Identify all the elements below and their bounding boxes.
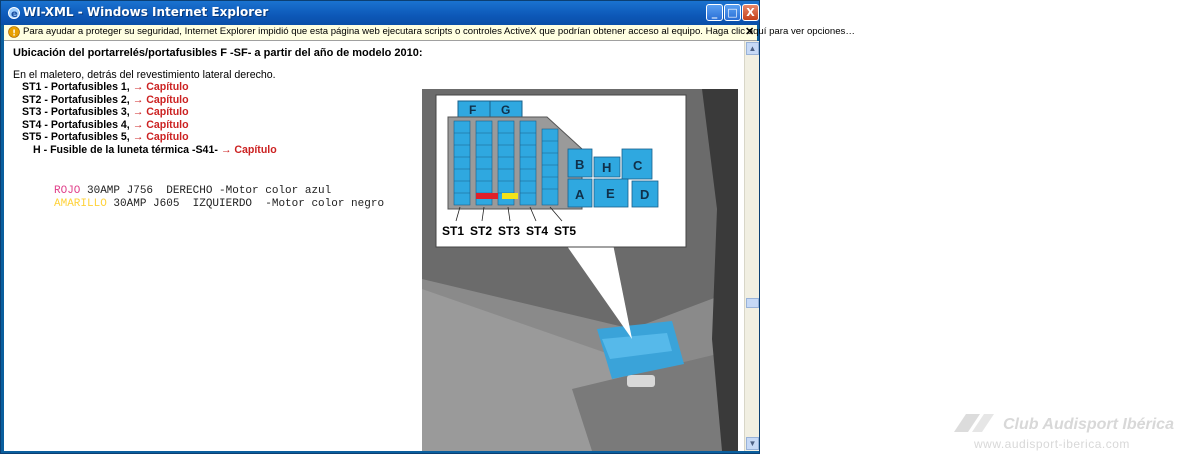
yellow-fuse-marker <box>502 193 518 199</box>
note-color-word: AMARILLO <box>54 198 107 210</box>
scroll-thumb[interactable] <box>746 298 759 308</box>
note-amarillo: AMARILLO 30AMP J605 IZQUIERDO -Motor col… <box>54 198 384 210</box>
st2-label: ST2 <box>470 224 492 238</box>
note-rojo: ROJO 30AMP J756 DERECHO -Motor color azu… <box>54 185 331 197</box>
note-color-word: ROJO <box>54 185 81 197</box>
list-item-st2: ST2 - Portafusibles 2, → Capítulo <box>22 94 189 106</box>
relay-b: B <box>575 157 584 172</box>
note-text: 30AMP J605 IZQUIERDO -Motor color negro <box>106 198 385 210</box>
relay-a: A <box>575 187 585 202</box>
relay-h: H <box>602 160 611 175</box>
chapter-link[interactable]: → Capítulo <box>221 144 277 156</box>
list-item-st1: ST1 - Portafusibles 1, → Capítulo <box>22 81 189 93</box>
infobar-close-icon[interactable]: ✕ <box>745 25 754 38</box>
item-text: - Portafusibles 1, <box>41 81 133 93</box>
list-item-st3: ST3 - Portafusibles 3, → Capítulo <box>22 106 189 118</box>
svg-text:e: e <box>11 9 18 20</box>
minimize-button[interactable]: _ <box>706 4 723 21</box>
security-infobar[interactable]: ! Para ayudar a proteger su seguridad, I… <box>4 25 855 41</box>
item-text: - Fusible de la luneta térmica -S41- <box>40 144 221 156</box>
page-heading: Ubicación del portarrelés/portafusibles … <box>13 47 423 59</box>
title-bar[interactable]: e WI-XML - Windows Internet Explorer _ □… <box>1 1 759 25</box>
item-code: ST5 <box>22 131 42 143</box>
item-text: - Portafusibles 3, <box>41 106 133 118</box>
scroll-down-icon[interactable]: ▼ <box>746 437 759 450</box>
red-fuse-marker <box>476 193 498 199</box>
trunk-diagram: F G B H C A E D ST1 ST2 ST3 ST4 ST5 <box>422 89 738 451</box>
page-content: Ubicación del portarrelés/portafusibles … <box>4 41 744 451</box>
item-code: H <box>33 144 41 156</box>
watermark-url: www.audisport-iberica.com <box>974 437 1130 451</box>
relay-d: D <box>640 187 649 202</box>
window-title: WI-XML - Windows Internet Explorer <box>23 5 269 19</box>
svg-text:!: ! <box>12 29 16 38</box>
chapter-link[interactable]: → Capítulo <box>133 119 189 131</box>
vertical-scrollbar[interactable]: ▲ ▼ <box>744 41 759 451</box>
label-f: F <box>469 103 476 117</box>
scroll-up-icon[interactable]: ▲ <box>746 42 759 55</box>
list-item-h: H - Fusible de la luneta térmica -S41- →… <box>33 144 277 156</box>
item-code: ST1 <box>22 81 42 93</box>
item-code: ST3 <box>22 106 42 118</box>
infobar-message[interactable]: Para ayudar a proteger su seguridad, Int… <box>23 26 855 37</box>
fuse-box-illustration: F G B H C A E D ST1 ST2 ST3 ST4 ST5 <box>422 89 738 451</box>
audisport-logo <box>954 414 994 432</box>
note-text: 30AMP J756 DERECHO -Motor color azul <box>80 185 332 197</box>
st5-label: ST5 <box>554 224 576 238</box>
item-text: - Portafusibles 2, <box>41 94 133 106</box>
close-button[interactable]: X <box>742 4 759 21</box>
chapter-link[interactable]: → Capítulo <box>133 106 189 118</box>
location-text: En el maletero, detrás del revestimiento… <box>13 69 276 81</box>
st3-label: ST3 <box>498 224 520 238</box>
item-text: - Portafusibles 5, <box>41 131 133 143</box>
item-text: - Portafusibles 4, <box>41 119 133 131</box>
chapter-link[interactable]: → Capítulo <box>133 81 189 93</box>
item-code: ST2 <box>22 94 42 106</box>
list-item-st4: ST4 - Portafusibles 4, → Capítulo <box>22 119 189 131</box>
shield-warning-icon: ! <box>8 26 20 38</box>
chapter-link[interactable]: → Capítulo <box>133 131 189 143</box>
chapter-link[interactable]: → Capítulo <box>133 94 189 106</box>
st4-label: ST4 <box>526 224 548 238</box>
label-g: G <box>501 103 510 117</box>
maximize-button[interactable]: □ <box>724 4 741 21</box>
ie-window: e WI-XML - Windows Internet Explorer _ □… <box>0 0 855 454</box>
relay-c: C <box>633 158 643 173</box>
relay-e: E <box>606 186 615 201</box>
item-code: ST4 <box>22 119 42 131</box>
watermark-club-name: Club Audisport Ibérica <box>1003 416 1174 433</box>
list-item-st5: ST5 - Portafusibles 5, → Capítulo <box>22 131 189 143</box>
st1-label: ST1 <box>442 224 464 238</box>
ie-logo-icon: e <box>8 7 20 20</box>
